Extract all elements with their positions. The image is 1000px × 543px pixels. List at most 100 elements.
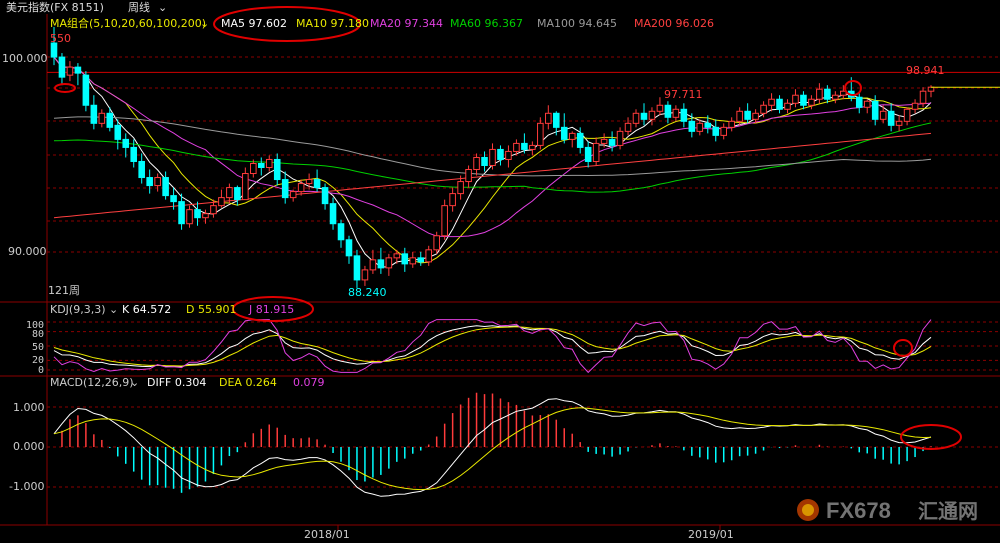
- candle-body: [409, 257, 417, 265]
- candle-body: [696, 122, 704, 132]
- chevron-down-icon[interactable]: ⌄: [200, 17, 209, 30]
- candle-body: [401, 253, 409, 265]
- candle-body: [146, 177, 153, 187]
- candle-body: [106, 112, 114, 128]
- ma-indicator-label[interactable]: MA组合(5,10,20,60,100,200): [50, 16, 206, 30]
- macd-label[interactable]: MACD(12,26,9): [50, 376, 134, 389]
- candle-body: [361, 269, 369, 281]
- candle-body: [584, 146, 592, 162]
- candle-body: [305, 179, 313, 185]
- candle-body: [345, 239, 353, 257]
- candle-body: [257, 162, 265, 168]
- candle-body: [776, 98, 783, 110]
- ma5-readout: MA5 97.602: [221, 17, 287, 30]
- candle-body: [130, 146, 138, 162]
- chart-title: 美元指数(FX 8151): [6, 0, 104, 14]
- low-label: 88.240: [348, 286, 387, 299]
- candle-body: [154, 177, 161, 187]
- candle-body: [385, 257, 393, 269]
- candle-body: [903, 108, 911, 122]
- kdj-k-readout: K 64.572: [122, 303, 171, 316]
- candle-body: [672, 108, 680, 118]
- macd-tick-1: 1.000: [13, 401, 45, 414]
- candle-body: [74, 66, 82, 74]
- candle-body: [186, 209, 193, 225]
- candle-body: [250, 162, 257, 175]
- candle-body: [337, 223, 345, 241]
- period-selector[interactable]: 周线: [128, 0, 150, 14]
- candle-body: [744, 110, 751, 120]
- candle-body: [600, 138, 608, 144]
- y-tick-100: 100.000: [2, 52, 48, 65]
- candle-body: [871, 100, 879, 120]
- candle-body: [800, 94, 807, 106]
- candle-body: [887, 110, 895, 126]
- candle-body: [58, 56, 66, 78]
- candle-body: [489, 148, 496, 166]
- candle-body: [417, 257, 425, 263]
- candle-body: [680, 108, 688, 122]
- watermark-text: FX678: [826, 498, 891, 523]
- chevron-down-icon[interactable]: ⌄: [158, 1, 167, 14]
- candle-body: [202, 213, 209, 219]
- candle-body: [218, 197, 225, 207]
- candle-body: [895, 120, 903, 126]
- candle-body: [768, 98, 775, 106]
- candle-body: [552, 112, 560, 128]
- candle-body: [297, 183, 305, 193]
- candle-body: [632, 112, 640, 124]
- kdj-tick-80: 80: [32, 329, 44, 340]
- candle-body: [497, 148, 504, 160]
- candle-body: [369, 259, 377, 271]
- candle-body: [457, 181, 464, 195]
- candle-body: [393, 253, 401, 259]
- candle-body: [736, 110, 743, 122]
- kdj-d-readout: D 55.901: [186, 303, 236, 316]
- candle-body: [911, 102, 919, 110]
- candle-body: [624, 122, 632, 132]
- candle-body: [521, 142, 528, 150]
- candle-body: [545, 112, 552, 124]
- macd-tick-neg1: -1.000: [9, 480, 44, 493]
- x-label-2019: 2019/01: [688, 528, 734, 541]
- macd-value-readout: 0.079: [293, 376, 325, 389]
- candle-body: [640, 112, 648, 120]
- kdj-label[interactable]: KDJ(9,3,3): [50, 303, 106, 316]
- candle-body: [50, 42, 58, 58]
- candle-body: [560, 126, 568, 140]
- chevron-down-icon[interactable]: ⌄: [130, 376, 139, 389]
- candle-body: [465, 169, 472, 183]
- candle-body: [592, 142, 600, 162]
- kdj-tick-0: 0: [38, 365, 44, 376]
- candle-body: [664, 104, 672, 118]
- candle-body: [656, 104, 664, 112]
- candle-body: [162, 177, 169, 197]
- candle-body: [816, 88, 823, 100]
- candle-body: [90, 104, 98, 124]
- macd-tick-0: 0.000: [13, 440, 45, 453]
- candle-body: [704, 122, 712, 128]
- candle-body: [194, 209, 201, 219]
- candle-body: [879, 110, 887, 120]
- top-left-value: 550: [50, 32, 71, 45]
- candle-body: [433, 235, 440, 251]
- candle-body: [712, 126, 720, 136]
- candle-body: [752, 112, 759, 120]
- candle-body: [608, 138, 616, 146]
- candle-body: [792, 94, 799, 104]
- ma60-readout: MA60 96.367: [450, 17, 523, 30]
- chevron-down-icon[interactable]: ⌄: [109, 303, 118, 316]
- candle-body: [760, 104, 767, 114]
- candle-body: [234, 187, 241, 201]
- kdj-tick-50: 50: [32, 342, 44, 353]
- secondary-high-label: 97.711: [664, 88, 703, 101]
- candle-body: [919, 90, 927, 104]
- candle-body: [513, 142, 520, 152]
- candle-body: [568, 132, 576, 140]
- candle-body: [313, 179, 321, 189]
- ma100-readout: MA100 94.645: [537, 17, 617, 30]
- x-label-2018: 2018/01: [304, 528, 350, 541]
- candle-body: [441, 205, 448, 237]
- candle-body: [537, 122, 544, 146]
- candle-body: [329, 203, 337, 225]
